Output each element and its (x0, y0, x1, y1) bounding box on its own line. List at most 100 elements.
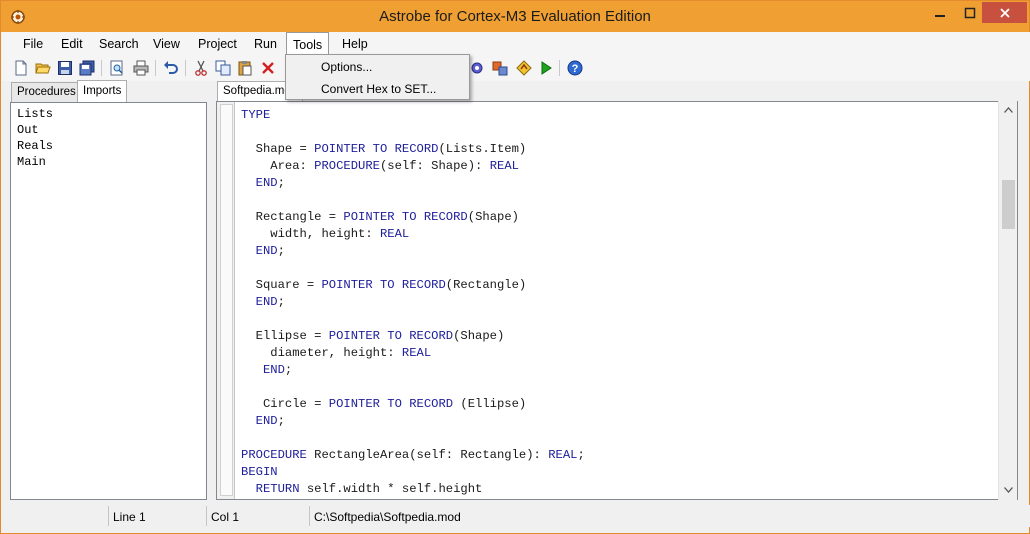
code-text-segment: RectangleArea(self: Rectangle): (306, 448, 549, 462)
menu-search[interactable]: Search (93, 35, 145, 53)
menu-item-options[interactable]: Options... (286, 56, 469, 78)
code-text-segment: ; (277, 176, 285, 190)
menu-help[interactable]: Help (336, 35, 374, 53)
tab-procedures[interactable]: Procedures (11, 82, 82, 102)
code-text[interactable]: TYPE Shape = POINTER TO RECORD(Lists.Ite… (241, 107, 585, 498)
menu-view[interactable]: View (147, 35, 186, 53)
code-line[interactable] (241, 260, 585, 277)
import-item[interactable]: Out (17, 122, 200, 138)
code-line[interactable]: END; (241, 175, 585, 192)
code-editor[interactable]: TYPE Shape = POINTER TO RECORD(Lists.Ite… (216, 101, 1018, 500)
vertical-scrollbar[interactable] (998, 101, 1017, 500)
code-keyword: REAL (379, 227, 410, 241)
code-text-segment: Area: (241, 159, 315, 173)
code-line[interactable] (241, 124, 585, 141)
build-settings-button[interactable] (468, 59, 486, 77)
tools-menu-dropdown: Options... Convert Hex to SET... (285, 54, 470, 100)
new-file-icon (15, 60, 27, 76)
print-button[interactable] (132, 59, 150, 77)
menu-item-convert-hex-to-set[interactable]: Convert Hex to SET... (286, 78, 469, 100)
code-keyword: POINTER TO RECORD (328, 329, 454, 343)
code-line[interactable]: Ellipse = POINTER TO RECORD(Shape) (241, 328, 585, 345)
scroll-up-button[interactable] (999, 101, 1018, 118)
run-button[interactable] (537, 59, 555, 77)
code-line[interactable]: END; (241, 362, 585, 379)
close-button[interactable] (982, 2, 1027, 23)
code-line[interactable] (241, 192, 585, 209)
maximize-button[interactable] (956, 2, 983, 23)
tab-imports[interactable]: Imports (77, 80, 128, 102)
upload-icon (516, 60, 532, 76)
code-line[interactable] (241, 430, 585, 447)
code-text-segment: Shape = (241, 142, 315, 156)
code-text-segment: Rectangle = (241, 210, 344, 224)
code-line[interactable]: PROCEDURE RectangleArea(self: Rectangle)… (241, 447, 585, 464)
code-text-segment (241, 482, 256, 496)
print-preview-button[interactable] (108, 59, 126, 77)
code-line[interactable]: width, height: REAL (241, 226, 585, 243)
app-window: Astrobe for Cortex-M3 Evaluation Edition… (0, 0, 1030, 534)
copy-button[interactable] (214, 59, 232, 77)
code-line[interactable]: TYPE (241, 107, 585, 124)
save-icon (58, 61, 72, 75)
delete-button[interactable] (259, 59, 277, 77)
code-line[interactable]: RETURN self.width * self.height (241, 481, 585, 498)
code-line[interactable]: BEGIN (241, 464, 585, 481)
print-preview-icon (110, 60, 123, 76)
upload-button[interactable] (515, 59, 533, 77)
save-all-button[interactable] (78, 59, 96, 77)
code-keyword: PROCEDURE (314, 159, 380, 173)
code-keyword: BEGIN (241, 465, 278, 479)
import-item[interactable]: Reals (17, 138, 200, 154)
open-file-button[interactable] (34, 59, 52, 77)
code-line[interactable]: Square = POINTER TO RECORD(Rectangle) (241, 277, 585, 294)
code-line[interactable]: Circle = POINTER TO RECORD (Ellipse) (241, 396, 585, 413)
code-keyword: END (241, 363, 285, 377)
undo-button[interactable] (162, 59, 180, 77)
code-line[interactable]: Shape = POINTER TO RECORD(Lists.Item) (241, 141, 585, 158)
play-icon (541, 61, 552, 75)
code-line[interactable]: END; (241, 243, 585, 260)
code-line[interactable]: Rectangle = POINTER TO RECORD(Shape) (241, 209, 585, 226)
svg-text:?: ? (572, 63, 579, 75)
paste-icon (238, 61, 252, 76)
scrollbar-thumb[interactable] (1002, 180, 1015, 229)
minimize-button[interactable] (926, 2, 953, 23)
menu-edit[interactable]: Edit (55, 35, 89, 53)
code-text-segment: ; (277, 295, 285, 309)
save-button[interactable] (56, 59, 74, 77)
code-keyword: REAL (401, 346, 432, 360)
help-button[interactable]: ? (566, 59, 584, 77)
toolbar: ? (2, 55, 1030, 81)
code-line[interactable]: END; (241, 294, 585, 311)
minimize-icon (934, 14, 945, 17)
status-col: Col 1 (206, 506, 309, 526)
scroll-down-button[interactable] (999, 481, 1018, 498)
menu-file[interactable]: File (17, 35, 49, 53)
code-keyword: POINTER TO RECORD (328, 397, 454, 411)
code-text-segment: ; (277, 244, 285, 258)
chevron-down-icon (1004, 486, 1013, 493)
import-item[interactable]: Lists (17, 106, 200, 122)
code-line[interactable]: END; (241, 413, 585, 430)
title-bar[interactable]: Astrobe for Cortex-M3 Evaluation Edition (1, 1, 1029, 32)
imports-list: Lists Out Reals Main (10, 102, 207, 500)
code-line[interactable] (241, 379, 585, 396)
status-empty (2, 506, 108, 526)
code-text-segment: (self: Shape): (379, 159, 490, 173)
folder-open-icon (35, 63, 51, 74)
menu-run[interactable]: Run (248, 35, 283, 53)
undo-icon (164, 61, 178, 74)
menu-tools[interactable]: Tools (286, 32, 330, 55)
code-line[interactable] (241, 311, 585, 328)
cut-button[interactable] (192, 59, 210, 77)
code-line[interactable]: diameter, height: REAL (241, 345, 585, 362)
new-file-button[interactable] (12, 59, 30, 77)
code-line[interactable]: Area: PROCEDURE(self: Shape): REAL (241, 158, 585, 175)
scissors-icon (195, 60, 207, 76)
import-item[interactable]: Main (17, 154, 200, 170)
menu-project[interactable]: Project (192, 35, 243, 53)
link-button[interactable] (491, 59, 509, 77)
paste-button[interactable] (236, 59, 254, 77)
help-icon: ? (567, 60, 583, 76)
